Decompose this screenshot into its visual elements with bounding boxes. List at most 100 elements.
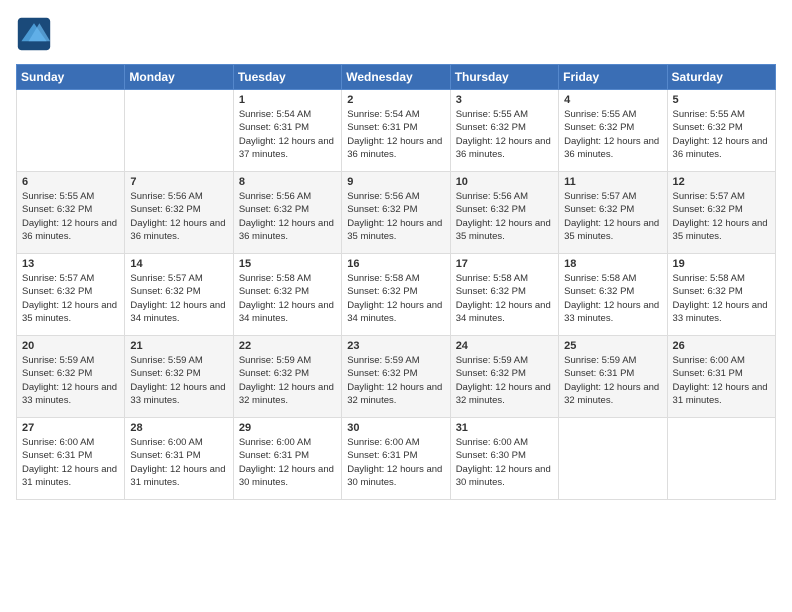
day-number: 19 bbox=[673, 258, 770, 270]
day-number: 1 bbox=[239, 94, 336, 106]
cell-info: Sunrise: 6:00 AM Sunset: 6:30 PM Dayligh… bbox=[456, 436, 553, 489]
weekday-header-sunday: Sunday bbox=[17, 65, 125, 90]
cell-info: Sunrise: 5:55 AM Sunset: 6:32 PM Dayligh… bbox=[22, 190, 119, 243]
calendar-cell: 18Sunrise: 5:58 AM Sunset: 6:32 PM Dayli… bbox=[559, 254, 667, 336]
logo bbox=[16, 16, 58, 52]
cell-info: Sunrise: 5:57 AM Sunset: 6:32 PM Dayligh… bbox=[673, 190, 770, 243]
day-number: 4 bbox=[564, 94, 661, 106]
day-number: 10 bbox=[456, 176, 553, 188]
day-number: 25 bbox=[564, 340, 661, 352]
day-number: 2 bbox=[347, 94, 444, 106]
calendar-cell: 13 Sunrise: 5:57 AM Sunset: 6:32 PM Dayli… bbox=[17, 254, 125, 336]
calendar-week-4: 20 Sunrise: 5:59 AM Sunset: 6:32 PM Dayli… bbox=[17, 336, 776, 418]
day-number: 5 bbox=[673, 94, 770, 106]
cell-info: Sunrise: 5:58 AM Sunset: 6:32 PM Dayligh… bbox=[239, 272, 336, 325]
calendar-table: SundayMondayTuesdayWednesdayThursdayFrid… bbox=[16, 64, 776, 500]
cell-info: Sunrise: 5:58 AM Sunset: 6:32 PM Dayligh… bbox=[347, 272, 444, 325]
calendar-cell: 2 Sunrise: 5:54 AM Sunset: 6:31 PM Daylig… bbox=[342, 90, 450, 172]
day-number: 18 bbox=[564, 258, 661, 270]
day-number: 27 bbox=[22, 422, 119, 434]
weekday-header-thursday: Thursday bbox=[450, 65, 558, 90]
day-number: 22 bbox=[239, 340, 336, 352]
day-number: 21 bbox=[130, 340, 227, 352]
calendar-cell: 6Sunrise: 5:55 AM Sunset: 6:32 PM Daylig… bbox=[17, 172, 125, 254]
calendar-cell: 30 Sunrise: 6:00 AM Sunset: 6:31 PM Dayli… bbox=[342, 418, 450, 500]
calendar-cell bbox=[125, 90, 233, 172]
cell-info: Sunrise: 5:56 AM Sunset: 6:32 PM Dayligh… bbox=[130, 190, 227, 243]
weekday-header-monday: Monday bbox=[125, 65, 233, 90]
cell-info: Sunrise: 6:00 AM Sunset: 6:31 PM Dayligh… bbox=[130, 436, 227, 489]
calendar-cell bbox=[559, 418, 667, 500]
weekday-header-saturday: Saturday bbox=[667, 65, 775, 90]
day-number: 3 bbox=[456, 94, 553, 106]
calendar-cell: 17 Sunrise: 5:58 AM Sunset: 6:32 PM Dayli… bbox=[450, 254, 558, 336]
weekday-header-friday: Friday bbox=[559, 65, 667, 90]
calendar-cell: 23 Sunrise: 5:59 AM Sunset: 6:32 PM Dayli… bbox=[342, 336, 450, 418]
cell-info: Sunrise: 5:54 AM Sunset: 6:31 PM Dayligh… bbox=[239, 108, 336, 161]
calendar-cell: 29Sunrise: 6:00 AM Sunset: 6:31 PM Dayli… bbox=[233, 418, 341, 500]
day-number: 13 bbox=[22, 258, 119, 270]
day-number: 26 bbox=[673, 340, 770, 352]
cell-info: Sunrise: 6:00 AM Sunset: 6:31 PM Dayligh… bbox=[22, 436, 119, 489]
day-number: 11 bbox=[564, 176, 661, 188]
cell-info: Sunrise: 5:59 AM Sunset: 6:31 PM Dayligh… bbox=[564, 354, 661, 407]
day-number: 30 bbox=[347, 422, 444, 434]
calendar-cell: 21 Sunrise: 5:59 AM Sunset: 6:32 PM Dayli… bbox=[125, 336, 233, 418]
day-number: 23 bbox=[347, 340, 444, 352]
cell-info: Sunrise: 5:57 AM Sunset: 6:32 PM Dayligh… bbox=[130, 272, 227, 325]
cell-info: Sunrise: 5:59 AM Sunset: 6:32 PM Dayligh… bbox=[22, 354, 119, 407]
cell-info: Sunrise: 5:55 AM Sunset: 6:32 PM Dayligh… bbox=[673, 108, 770, 161]
calendar-cell: 20 Sunrise: 5:59 AM Sunset: 6:32 PM Dayli… bbox=[17, 336, 125, 418]
day-number: 17 bbox=[456, 258, 553, 270]
calendar-cell: 25 Sunrise: 5:59 AM Sunset: 6:31 PM Dayli… bbox=[559, 336, 667, 418]
day-number: 16 bbox=[347, 258, 444, 270]
calendar-cell bbox=[17, 90, 125, 172]
calendar-cell: 24Sunrise: 5:59 AM Sunset: 6:32 PM Dayli… bbox=[450, 336, 558, 418]
day-number: 24 bbox=[456, 340, 553, 352]
cell-info: Sunrise: 6:00 AM Sunset: 6:31 PM Dayligh… bbox=[673, 354, 770, 407]
cell-info: Sunrise: 5:56 AM Sunset: 6:32 PM Dayligh… bbox=[456, 190, 553, 243]
cell-info: Sunrise: 5:59 AM Sunset: 6:32 PM Dayligh… bbox=[130, 354, 227, 407]
day-number: 15 bbox=[239, 258, 336, 270]
cell-info: Sunrise: 5:57 AM Sunset: 6:32 PM Dayligh… bbox=[22, 272, 119, 325]
day-number: 8 bbox=[239, 176, 336, 188]
day-number: 28 bbox=[130, 422, 227, 434]
calendar-cell: 26 Sunrise: 6:00 AM Sunset: 6:31 PM Dayli… bbox=[667, 336, 775, 418]
cell-info: Sunrise: 5:54 AM Sunset: 6:31 PM Dayligh… bbox=[347, 108, 444, 161]
weekday-header-wednesday: Wednesday bbox=[342, 65, 450, 90]
cell-info: Sunrise: 5:59 AM Sunset: 6:32 PM Dayligh… bbox=[347, 354, 444, 407]
cell-info: Sunrise: 5:59 AM Sunset: 6:32 PM Dayligh… bbox=[239, 354, 336, 407]
calendar-week-3: 13 Sunrise: 5:57 AM Sunset: 6:32 PM Dayli… bbox=[17, 254, 776, 336]
calendar-cell: 4Sunrise: 5:55 AM Sunset: 6:32 PM Daylig… bbox=[559, 90, 667, 172]
calendar-cell: 8 Sunrise: 5:56 AM Sunset: 6:32 PM Daylig… bbox=[233, 172, 341, 254]
calendar-cell: 28 Sunrise: 6:00 AM Sunset: 6:31 PM Dayli… bbox=[125, 418, 233, 500]
calendar-cell bbox=[667, 418, 775, 500]
cell-info: Sunrise: 5:58 AM Sunset: 6:32 PM Dayligh… bbox=[456, 272, 553, 325]
calendar-cell: 19 Sunrise: 5:58 AM Sunset: 6:32 PM Dayli… bbox=[667, 254, 775, 336]
day-number: 7 bbox=[130, 176, 227, 188]
cell-info: Sunrise: 5:56 AM Sunset: 6:32 PM Dayligh… bbox=[239, 190, 336, 243]
logo-icon bbox=[16, 16, 52, 52]
calendar-week-2: 6Sunrise: 5:55 AM Sunset: 6:32 PM Daylig… bbox=[17, 172, 776, 254]
weekday-header-tuesday: Tuesday bbox=[233, 65, 341, 90]
page-header bbox=[16, 16, 776, 52]
day-number: 29 bbox=[239, 422, 336, 434]
calendar-cell: 14 Sunrise: 5:57 AM Sunset: 6:32 PM Dayli… bbox=[125, 254, 233, 336]
calendar-cell: 22 Sunrise: 5:59 AM Sunset: 6:32 PM Dayli… bbox=[233, 336, 341, 418]
cell-info: Sunrise: 5:58 AM Sunset: 6:32 PM Dayligh… bbox=[673, 272, 770, 325]
cell-info: Sunrise: 5:57 AM Sunset: 6:32 PM Dayligh… bbox=[564, 190, 661, 243]
weekday-header-row: SundayMondayTuesdayWednesdayThursdayFrid… bbox=[17, 65, 776, 90]
calendar-cell: 3 Sunrise: 5:55 AM Sunset: 6:32 PM Daylig… bbox=[450, 90, 558, 172]
calendar-cell: 11 Sunrise: 5:57 AM Sunset: 6:32 PM Dayli… bbox=[559, 172, 667, 254]
calendar-cell: 16 Sunrise: 5:58 AM Sunset: 6:32 PM Dayli… bbox=[342, 254, 450, 336]
day-number: 12 bbox=[673, 176, 770, 188]
cell-info: Sunrise: 6:00 AM Sunset: 6:31 PM Dayligh… bbox=[347, 436, 444, 489]
calendar-cell: 1 Sunrise: 5:54 AM Sunset: 6:31 PM Daylig… bbox=[233, 90, 341, 172]
day-number: 31 bbox=[456, 422, 553, 434]
day-number: 14 bbox=[130, 258, 227, 270]
calendar-cell: 9Sunrise: 5:56 AM Sunset: 6:32 PM Daylig… bbox=[342, 172, 450, 254]
calendar-cell: 10 Sunrise: 5:56 AM Sunset: 6:32 PM Dayli… bbox=[450, 172, 558, 254]
calendar-cell: 27 Sunrise: 6:00 AM Sunset: 6:31 PM Dayli… bbox=[17, 418, 125, 500]
cell-info: Sunrise: 5:55 AM Sunset: 6:32 PM Dayligh… bbox=[456, 108, 553, 161]
day-number: 20 bbox=[22, 340, 119, 352]
